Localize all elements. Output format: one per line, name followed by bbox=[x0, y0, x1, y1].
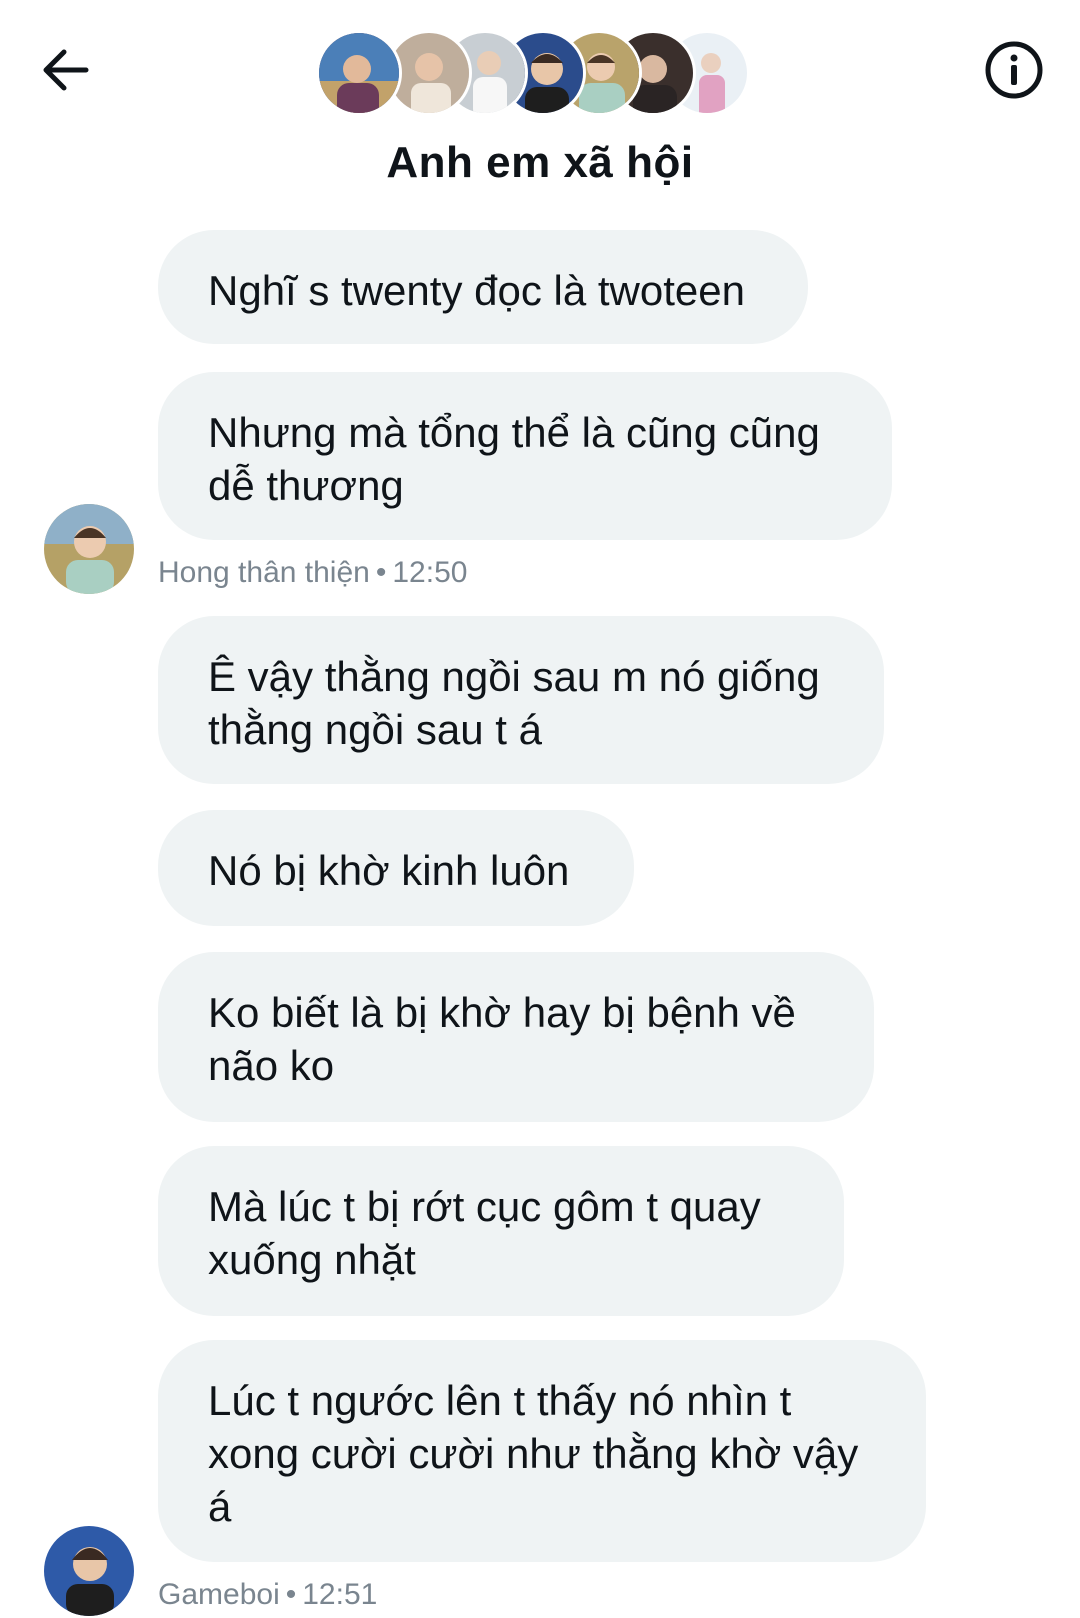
message-bubble[interactable]: Nghĩ s twenty đọc là twoteen bbox=[158, 230, 808, 344]
info-button[interactable] bbox=[982, 38, 1046, 102]
message-bubble[interactable]: Nó bị khờ kinh luôn bbox=[158, 810, 634, 926]
message-time: 12:50 bbox=[392, 556, 468, 589]
sender-avatar[interactable] bbox=[44, 504, 134, 594]
message-bubble[interactable]: Ko biết là bị khờ hay bị bệnh về não ko bbox=[158, 952, 874, 1122]
message-bubble[interactable]: Ê vậy thằng ngồi sau m nó giống thằng ng… bbox=[158, 616, 884, 784]
info-circle-icon bbox=[985, 41, 1043, 99]
member-avatar bbox=[316, 30, 402, 116]
separator-dot: • bbox=[375, 556, 387, 589]
message-time: 12:51 bbox=[302, 1578, 378, 1611]
separator-dot: • bbox=[285, 1578, 297, 1611]
message-bubble[interactable]: Lúc t ngước lên t thấy nó nhìn t xong cư… bbox=[158, 1340, 926, 1562]
message-bubble[interactable]: Mà lúc t bị rớt cục gôm t quay xuống nhặ… bbox=[158, 1146, 844, 1316]
group-title: Anh em xã hội bbox=[386, 138, 694, 187]
message-meta: Gameboi • 12:51 bbox=[158, 1578, 377, 1612]
conversation-header: Anh em xã hội bbox=[0, 0, 1080, 210]
sender-name[interactable]: Gameboi bbox=[158, 1578, 280, 1611]
sender-avatar[interactable] bbox=[44, 1526, 134, 1616]
group-avatar-stack[interactable] bbox=[0, 30, 1080, 120]
message-bubble[interactable]: Nhưng mà tổng thể là cũng cũng dễ thương bbox=[158, 372, 892, 540]
message-meta: Hong thân thiện • 12:50 bbox=[158, 556, 467, 590]
sender-name[interactable]: Hong thân thiện bbox=[158, 556, 370, 589]
